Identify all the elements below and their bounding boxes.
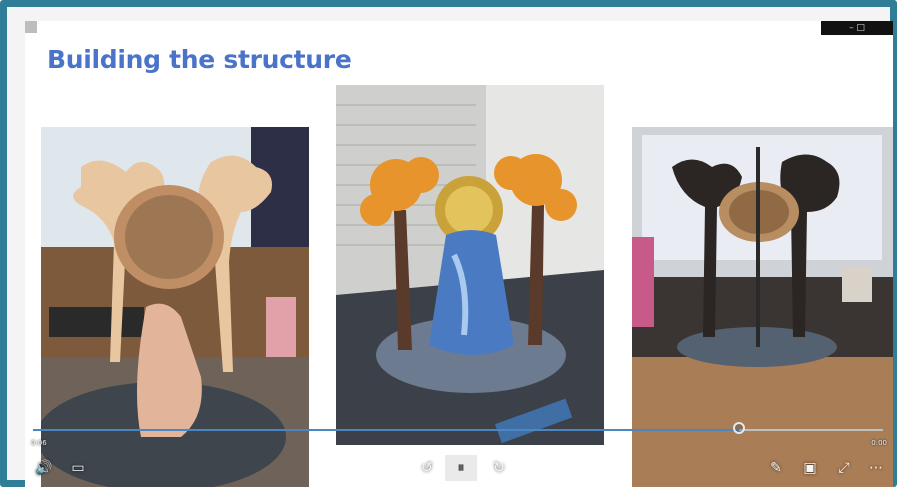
captions-button[interactable]: ▭ [67, 455, 89, 481]
fullscreen-button[interactable]: ⤢ [833, 455, 855, 481]
elapsed-time: 0:06 [31, 439, 47, 447]
slide-canvas: – □ Building the structure 0:06 0:00 🔊 ▭… [25, 21, 893, 487]
window-controls[interactable]: – □ [821, 21, 893, 35]
remaining-time: 0:00 [871, 439, 887, 447]
timeline-progress [33, 429, 739, 431]
captions-icon: ▭ [71, 460, 85, 476]
slide-frame: – □ Building the structure 0:06 0:00 🔊 ▭… [0, 0, 897, 487]
pause-button[interactable]: ⏸ [445, 455, 477, 481]
playback-timeline[interactable] [33, 429, 883, 431]
volume-icon: 🔊 [35, 460, 53, 476]
media-player-controls: 0:06 0:00 🔊 ▭ ↺ ⏸ ↻ ✎ ▣ ⤢ ⋯ [25, 413, 893, 487]
volume-button[interactable]: 🔊 [33, 455, 55, 481]
pen-button[interactable]: ✎ [765, 455, 787, 481]
photo-waterfall-sculpture [336, 85, 604, 445]
more-options-button[interactable]: ⋯ [865, 455, 887, 481]
slide-title: Building the structure [47, 45, 352, 74]
pen-icon: ✎ [770, 460, 782, 476]
more-icon: ⋯ [869, 460, 883, 476]
rewind-button[interactable]: ↺ [415, 455, 439, 481]
pause-icon: ⏸ [457, 460, 465, 476]
picture-in-picture-button[interactable]: ▣ [799, 455, 821, 481]
window-edge [25, 21, 37, 33]
fullscreen-icon: ⤢ [838, 460, 850, 476]
pip-icon: ▣ [803, 460, 817, 476]
forward-icon: ↻ [493, 460, 505, 476]
timeline-scrubber-handle[interactable] [732, 422, 745, 434]
forward-button[interactable]: ↻ [487, 455, 511, 481]
rewind-icon: ↺ [421, 460, 433, 476]
